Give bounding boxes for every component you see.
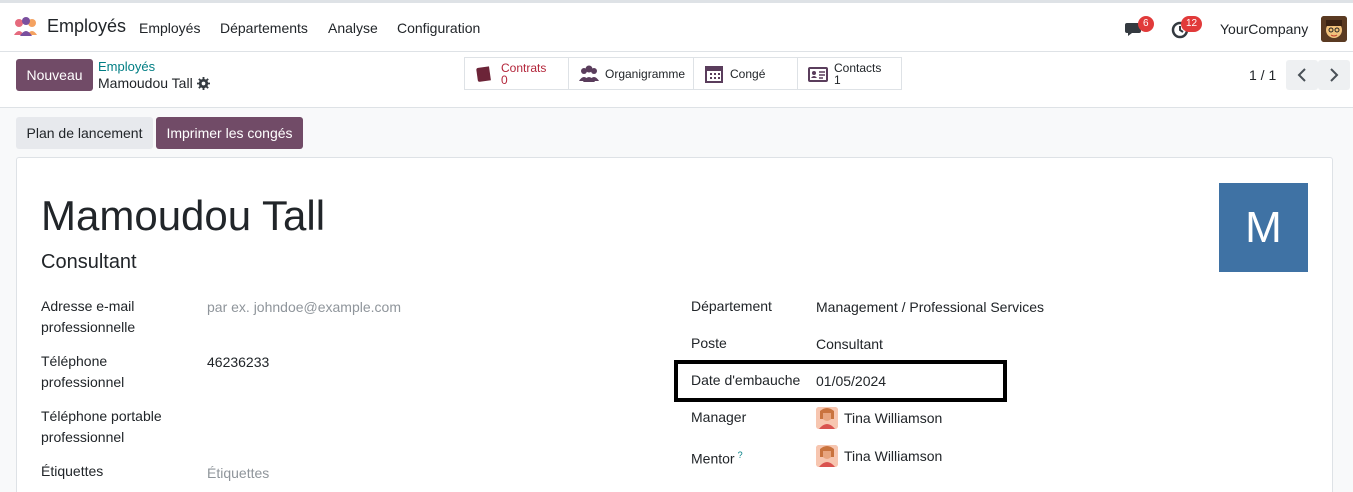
company-switcher[interactable]: YourCompany bbox=[1220, 21, 1308, 37]
work-phone-input[interactable]: 46236233 bbox=[207, 352, 269, 373]
tags-input[interactable]: Étiquettes bbox=[207, 463, 269, 484]
chat-badge: 6 bbox=[1138, 16, 1154, 32]
employee-avatar[interactable]: M bbox=[1219, 183, 1308, 272]
new-button[interactable]: Nouveau bbox=[16, 59, 93, 91]
manager-input[interactable]: Tina Williamson bbox=[844, 408, 942, 429]
smart-organigramme-label: Organigramme bbox=[605, 66, 686, 81]
hire-date-highlight bbox=[674, 360, 1007, 402]
employee-job-title[interactable]: Consultant bbox=[41, 251, 137, 274]
chevron-right-icon bbox=[1330, 68, 1339, 82]
print-leaves-button[interactable]: Imprimer les congés bbox=[156, 117, 303, 149]
work-mobile-input[interactable] bbox=[207, 407, 507, 428]
job-position-label: Poste bbox=[691, 335, 727, 351]
smart-button-contacts[interactable]: Contacts 1 bbox=[797, 57, 902, 90]
employee-name[interactable]: Mamoudou Tall bbox=[41, 192, 325, 240]
work-email-label: Adresse e-mail professionnelle bbox=[41, 298, 136, 335]
mentor-help-icon[interactable]: ? bbox=[738, 450, 743, 460]
menu-analyse[interactable]: Analyse bbox=[328, 20, 378, 36]
mentor-avatar-icon bbox=[816, 445, 838, 467]
smart-conge-label: Congé bbox=[730, 66, 766, 81]
smart-contrats-text: Contrats 0 bbox=[501, 62, 546, 86]
menu-employes[interactable]: Employés bbox=[139, 20, 200, 36]
manager-label: Manager bbox=[691, 409, 747, 425]
smart-contrats-label: Contrats bbox=[501, 60, 547, 75]
work-phone-label: Téléphone professionnel bbox=[41, 353, 125, 390]
top-navbar: Employés Employés Départements Analyse C… bbox=[0, 0, 1353, 52]
manager-avatar-icon bbox=[816, 407, 838, 429]
smart-contrats-value: 0 bbox=[501, 72, 508, 87]
activity-badge: 12 bbox=[1181, 16, 1203, 32]
mentor-input[interactable]: Tina Williamson bbox=[844, 446, 942, 467]
menu-departements[interactable]: Départements bbox=[220, 20, 308, 36]
people-icon bbox=[579, 65, 599, 82]
gear-icon[interactable] bbox=[196, 76, 210, 90]
app-title[interactable]: Employés bbox=[47, 16, 126, 37]
breadcrumb-current: Mamoudou Tall bbox=[98, 75, 210, 91]
smart-contacts-text: Contacts 1 bbox=[834, 62, 881, 86]
job-position-input[interactable]: Consultant bbox=[816, 334, 883, 355]
mentor-label-text: Mentor bbox=[691, 450, 735, 467]
work-email-input[interactable]: par ex. johndoe@example.com bbox=[207, 297, 401, 318]
calendar-icon bbox=[705, 65, 723, 83]
launch-plan-button[interactable]: Plan de lancement bbox=[16, 117, 153, 149]
work-mobile-label: Téléphone portable professionnel bbox=[41, 408, 162, 445]
smart-button-contrats[interactable]: Contrats 0 bbox=[464, 57, 569, 90]
mentor-avatar bbox=[816, 445, 838, 467]
pager-value[interactable]: 1 / 1 bbox=[1249, 67, 1276, 83]
employee-form-sheet: Mamoudou Tall Consultant M Adresse e-mai… bbox=[16, 157, 1333, 492]
breadcrumb-current-label: Mamoudou Tall bbox=[98, 75, 193, 91]
tags-label: Étiquettes bbox=[41, 463, 104, 479]
control-panel: Nouveau Employés Mamoudou Tall Contrats … bbox=[0, 52, 1353, 108]
menu-configuration[interactable]: Configuration bbox=[397, 20, 480, 36]
breadcrumb-parent[interactable]: Employés bbox=[98, 59, 155, 74]
smart-contacts-label: Contacts bbox=[834, 60, 882, 75]
chevron-left-icon bbox=[1297, 68, 1306, 82]
pager-previous-button[interactable] bbox=[1286, 60, 1318, 90]
user-avatar[interactable] bbox=[1321, 16, 1347, 42]
employees-app-icon[interactable] bbox=[12, 15, 40, 39]
mentor-label: Mentor? bbox=[691, 445, 743, 470]
smart-button-organigramme[interactable]: Organigramme bbox=[568, 57, 694, 90]
manager-avatar bbox=[816, 407, 838, 429]
book-icon bbox=[476, 65, 491, 82]
department-input[interactable]: Management / Professional Services bbox=[816, 297, 1044, 318]
user-avatar-icon bbox=[1321, 16, 1347, 42]
pager-next-button[interactable] bbox=[1318, 60, 1350, 90]
department-label: Département bbox=[691, 298, 772, 314]
smart-button-conge[interactable]: Congé bbox=[693, 57, 798, 90]
id-card-icon bbox=[808, 66, 828, 82]
smart-contacts-value: 1 bbox=[834, 72, 841, 87]
